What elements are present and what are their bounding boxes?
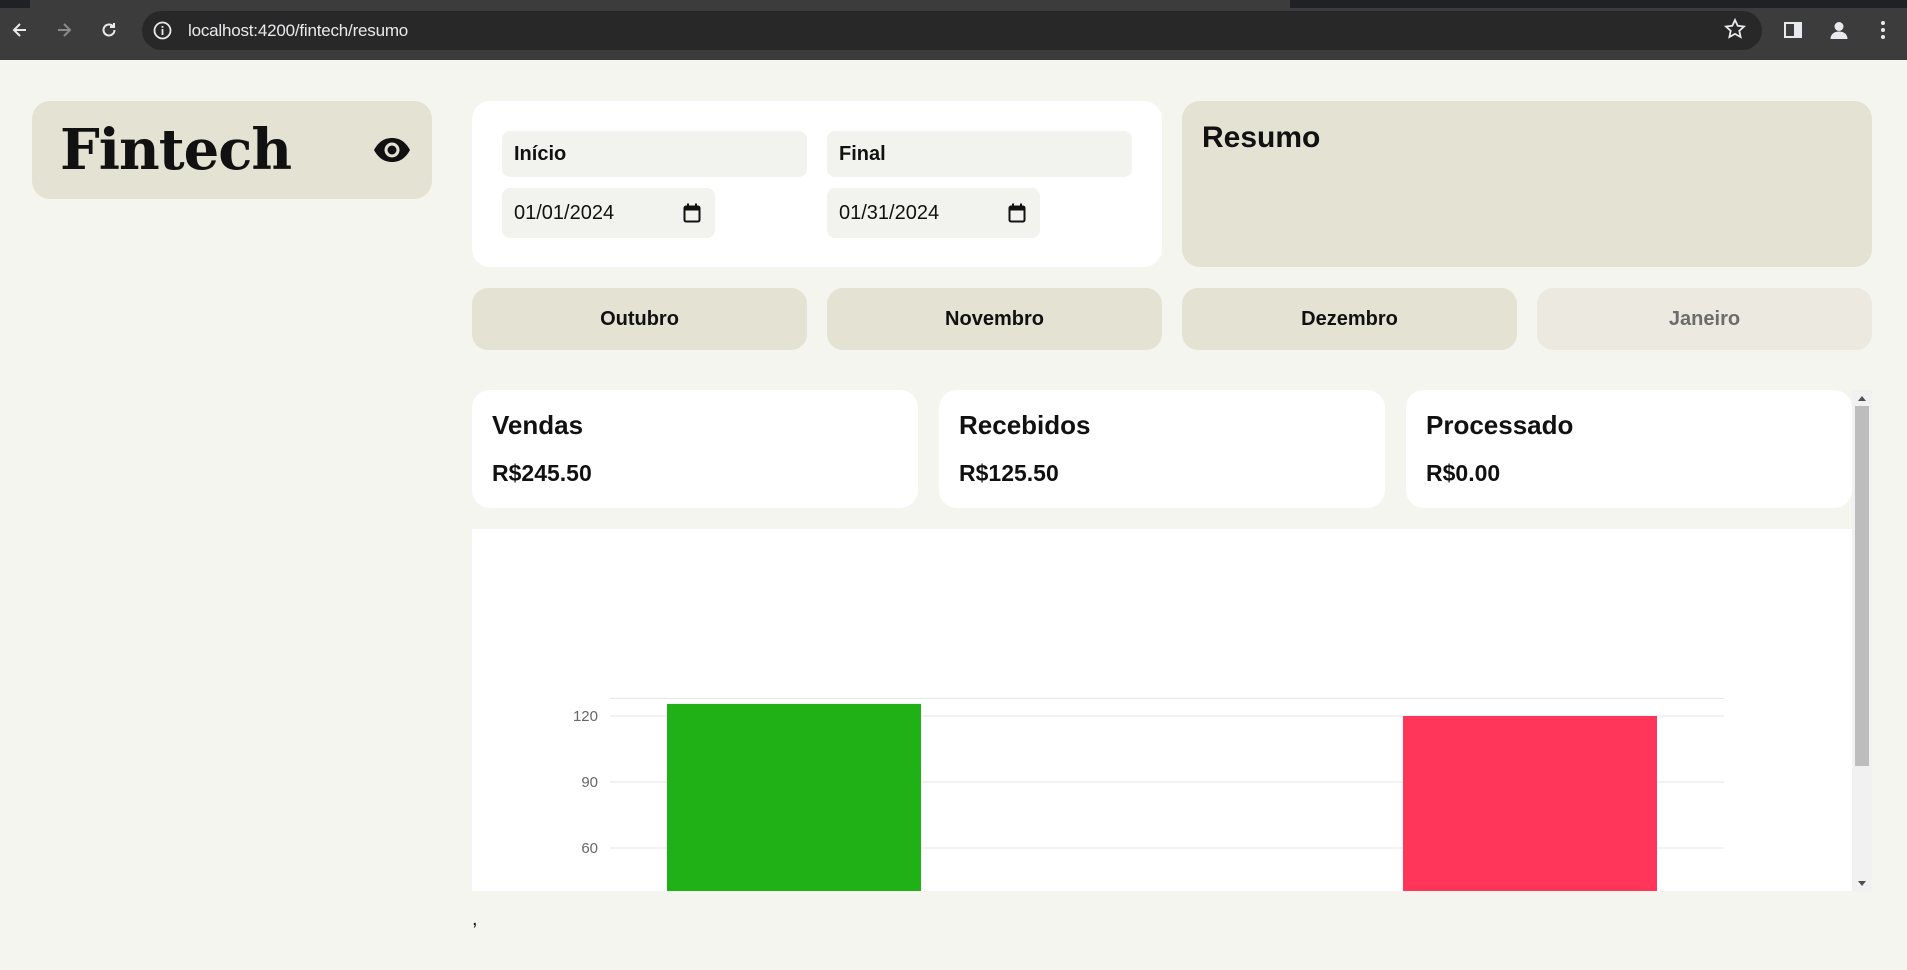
stat-card-processado: Processado R$0.00 bbox=[1406, 390, 1852, 508]
chart-bar[interactable] bbox=[667, 703, 921, 891]
scrollbar[interactable] bbox=[1852, 390, 1872, 892]
stat-title: Processado bbox=[1426, 410, 1574, 440]
scrollbar-thumb[interactable] bbox=[1855, 406, 1869, 766]
stat-card-recebidos: Recebidos R$125.50 bbox=[939, 390, 1385, 508]
menu-icon[interactable] bbox=[1867, 14, 1899, 46]
date-filter-card: Início 01/01/2024 Final 01/31/2024 bbox=[472, 101, 1162, 267]
stat-value: R$245.50 bbox=[492, 460, 592, 486]
chart-tick-label: 60 bbox=[581, 840, 598, 857]
info-icon[interactable] bbox=[152, 20, 173, 41]
brand-card: Fintech bbox=[32, 101, 432, 199]
bar-chart: 306090120 bbox=[573, 697, 1724, 891]
summary-title: Resumo bbox=[1202, 121, 1321, 154]
end-date-group: Final 01/31/2024 bbox=[827, 131, 1132, 238]
chart-bar[interactable] bbox=[1403, 716, 1657, 891]
page-content: Fintech Início 01/01/2024 Final 01/31/20… bbox=[0, 60, 1907, 970]
chart-tick-label: 120 bbox=[573, 708, 598, 725]
url-text[interactable]: localhost:4200/fintech/resumo bbox=[188, 21, 408, 41]
month-button-outubro[interactable]: Outubro bbox=[472, 288, 807, 350]
back-icon[interactable] bbox=[4, 14, 36, 46]
reload-icon[interactable] bbox=[93, 14, 125, 46]
start-date-label: Início bbox=[502, 131, 807, 177]
side-panel-icon[interactable] bbox=[1777, 14, 1809, 46]
chart-card: 306090120 bbox=[472, 529, 1852, 891]
forward-icon[interactable] bbox=[48, 14, 80, 46]
month-button-novembro[interactable]: Novembro bbox=[827, 288, 1162, 350]
address-bar[interactable]: localhost:4200/fintech/resumo bbox=[142, 11, 1762, 50]
stat-title: Vendas bbox=[492, 410, 584, 440]
calendar-icon[interactable] bbox=[1008, 203, 1026, 223]
profile-icon[interactable] bbox=[1823, 14, 1855, 46]
stat-value: R$0.00 bbox=[1426, 460, 1501, 486]
stat-value: R$125.50 bbox=[959, 460, 1059, 486]
browser-toolbar: localhost:4200/fintech/resumo bbox=[0, 0, 1907, 60]
end-date-value[interactable]: 01/31/2024 bbox=[839, 202, 939, 224]
brand-title: Fintech bbox=[60, 117, 292, 183]
footer-text: , bbox=[472, 908, 478, 930]
calendar-icon[interactable] bbox=[683, 203, 701, 223]
end-date-input[interactable]: 01/31/2024 bbox=[827, 188, 1040, 238]
chart-tick-label: 90 bbox=[581, 774, 598, 791]
start-date-group: Início 01/01/2024 bbox=[502, 131, 807, 238]
star-icon[interactable] bbox=[1723, 17, 1747, 46]
stat-title: Recebidos bbox=[959, 410, 1091, 440]
start-date-input[interactable]: 01/01/2024 bbox=[502, 188, 715, 238]
summary-card: Resumo bbox=[1182, 101, 1872, 267]
scroll-up-icon[interactable] bbox=[1852, 390, 1872, 406]
start-date-value[interactable]: 01/01/2024 bbox=[514, 202, 614, 224]
month-button-dezembro[interactable]: Dezembro bbox=[1182, 288, 1517, 350]
eye-icon[interactable] bbox=[372, 135, 412, 165]
month-button-janeiro[interactable]: Janeiro bbox=[1537, 288, 1872, 350]
active-tab-strip bbox=[30, 0, 1290, 8]
scroll-down-icon[interactable] bbox=[1852, 876, 1872, 892]
end-date-label: Final bbox=[827, 131, 1132, 177]
stat-card-vendas: Vendas R$245.50 bbox=[472, 390, 918, 508]
